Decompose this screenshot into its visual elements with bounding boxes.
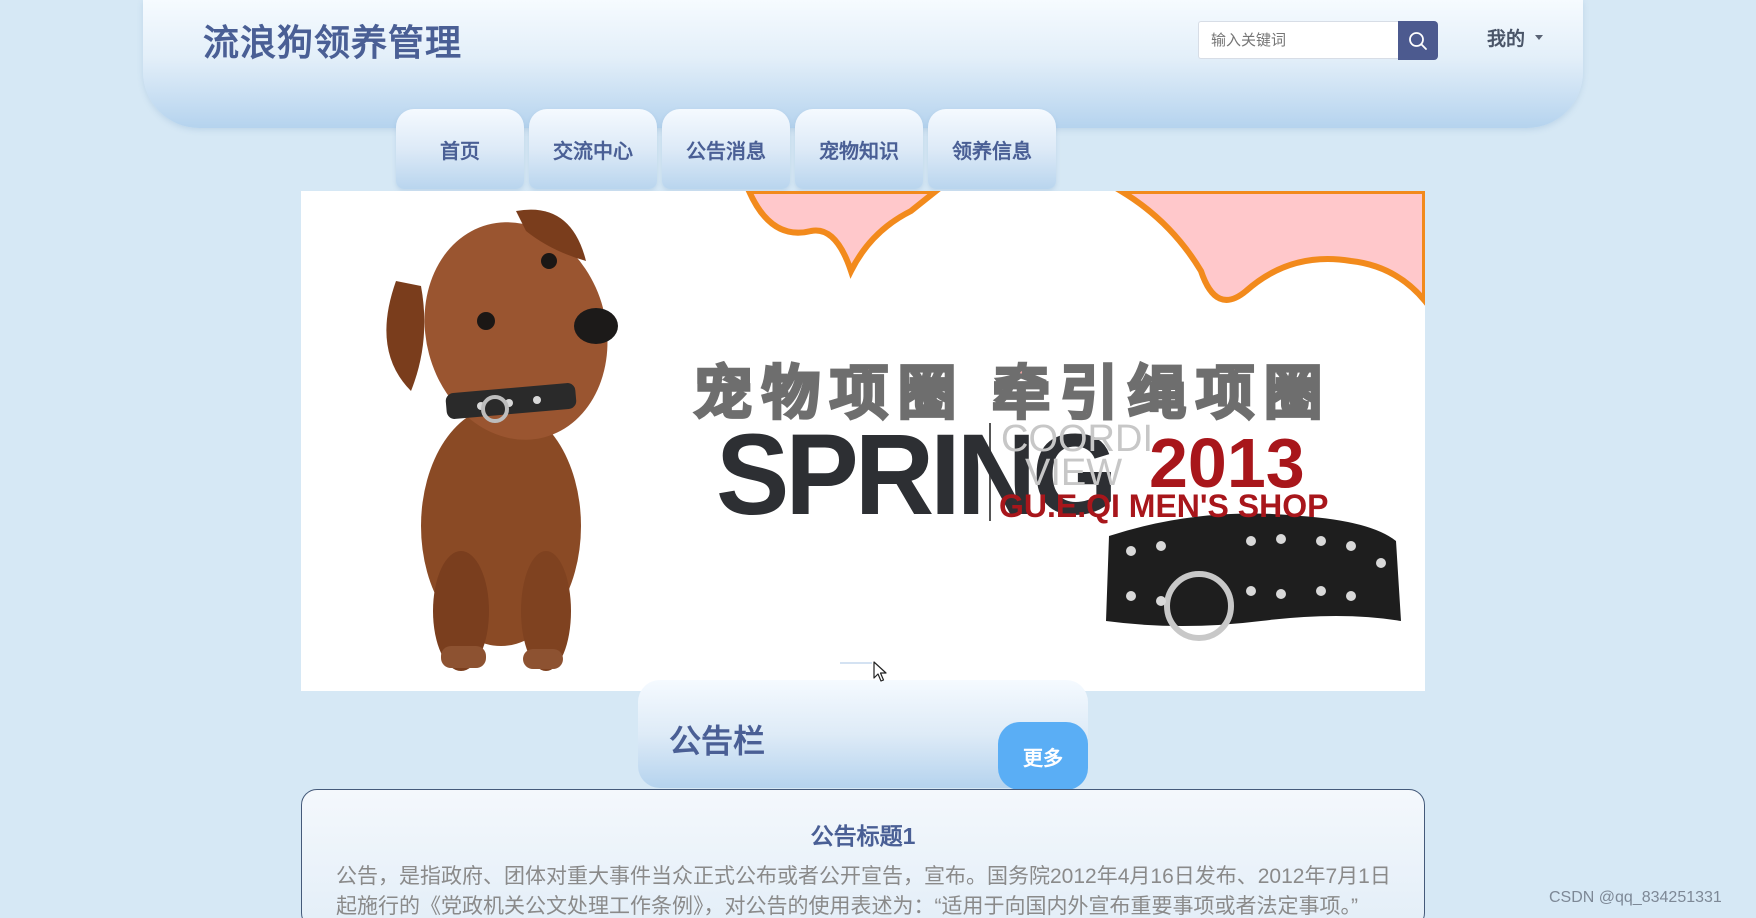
search-button[interactable] [1398, 21, 1438, 60]
dog-illustration [386, 209, 618, 671]
site-title: 流浪狗领养管理 [203, 22, 463, 63]
user-menu-dropdown[interactable]: 我的 [1487, 24, 1544, 51]
watermark: CSDN @qq_834251331 [1549, 889, 1722, 906]
notice-board-header: 公告栏 更多 [638, 680, 1088, 790]
banner-carousel[interactable]: 宠物项圈 牵引绳项圈 SPRING COORDI VIEW 2013 GU.E.… [301, 191, 1425, 691]
banner-subtitle: COORDI VIEW [1001, 418, 1153, 494]
collar-illustration [1106, 513, 1401, 641]
nav-tab-home[interactable]: 首页 [396, 109, 524, 189]
notice-board-title: 公告栏 [669, 723, 766, 759]
banner-shop-name: GU.E.QI MEN'S SHOP [999, 488, 1329, 524]
nav-tab-announcements[interactable]: 公告消息 [662, 109, 790, 189]
nav-tab-pet-knowledge[interactable]: 宠物知识 [795, 109, 923, 189]
search-input[interactable] [1198, 21, 1398, 59]
notice-card[interactable]: 公告标题1 公告，是指政府、团体对重大事件当众正式公布或者公开宣告，宣布。国务院… [301, 789, 1425, 918]
banner-subtitle-line2: VIEW [1025, 452, 1123, 494]
search-icon [1409, 31, 1427, 50]
banner-subtitle-line1: COORDI [1001, 418, 1153, 460]
notice-item-title[interactable]: 公告标题1 [302, 817, 1424, 851]
page: 流浪狗领养管理 我的 首页 交流中心 公告消息 宠物知识 领养信息 [0, 0, 1756, 918]
carousel-indicator[interactable] [840, 662, 872, 664]
mouse-cursor-icon [873, 661, 887, 682]
caret-down-icon [1535, 35, 1544, 40]
main-nav: 首页 交流中心 公告消息 宠物知识 领养信息 [396, 109, 1056, 189]
user-menu-label: 我的 [1487, 29, 1526, 50]
notice-item-body: 公告，是指政府、团体对重大事件当众正式公布或者公开宣告，宣布。国务院2012年4… [336, 865, 1391, 918]
nav-tab-adoption-info[interactable]: 领养信息 [928, 109, 1056, 189]
more-button[interactable]: 更多 [998, 722, 1088, 790]
nav-tab-forum[interactable]: 交流中心 [529, 109, 657, 189]
